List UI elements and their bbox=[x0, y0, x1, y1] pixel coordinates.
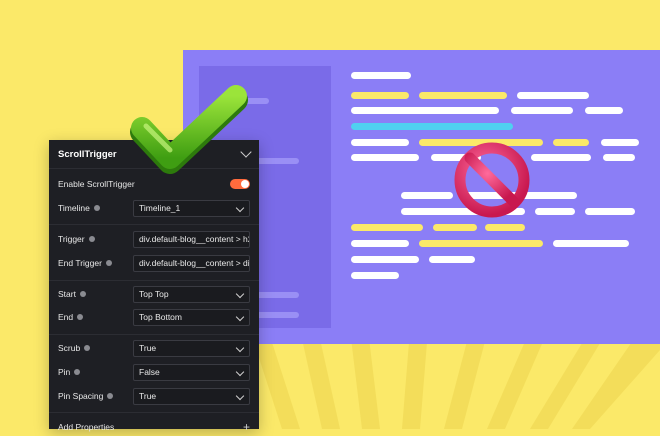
pin-spacing-select[interactable]: True bbox=[133, 387, 250, 405]
pin-spacing-label: Pin Spacing bbox=[58, 391, 104, 401]
end-trigger-input[interactable]: div.default-blog__content > div.cf. bbox=[133, 254, 250, 272]
info-icon bbox=[93, 205, 100, 211]
pin-spacing-row: Pin Spacing True bbox=[58, 387, 250, 405]
info-icon bbox=[74, 369, 81, 375]
pin-select[interactable]: False bbox=[133, 363, 250, 381]
scrub-row: Scrub True bbox=[58, 339, 250, 357]
add-properties-label: Add Properties bbox=[58, 422, 115, 432]
start-label: Start bbox=[58, 289, 76, 299]
timeline-row: Timeline Timeline_1 bbox=[58, 199, 250, 217]
end-label: End bbox=[58, 312, 74, 322]
chevron-down-icon bbox=[235, 312, 245, 321]
end-row: End Top Bottom bbox=[58, 308, 250, 326]
enable-scrolltrigger-label: Enable ScrollTrigger bbox=[58, 179, 135, 189]
info-icon bbox=[88, 236, 95, 242]
chevron-down-icon bbox=[235, 289, 245, 298]
scrub-select[interactable]: True bbox=[133, 339, 250, 357]
start-row: Start Top Top bbox=[58, 285, 250, 303]
info-icon bbox=[77, 314, 84, 320]
check-mark-icon bbox=[130, 85, 248, 174]
timeline-select[interactable]: Timeline_1 bbox=[133, 199, 250, 217]
chevron-down-icon bbox=[235, 391, 245, 400]
info-icon bbox=[79, 291, 86, 297]
no-sign-icon bbox=[454, 142, 530, 218]
end-trigger-label: End Trigger bbox=[58, 258, 102, 268]
panel-title: ScrollTrigger bbox=[58, 148, 117, 160]
end-select[interactable]: Top Bottom bbox=[133, 308, 250, 326]
scrub-label: Scrub bbox=[58, 343, 81, 353]
chevron-down-icon bbox=[235, 203, 245, 212]
start-select[interactable]: Top Top bbox=[133, 285, 250, 303]
info-icon bbox=[107, 393, 114, 399]
end-trigger-row: End Trigger div.default-blog__content > … bbox=[58, 254, 250, 272]
info-icon bbox=[105, 260, 112, 266]
plus-icon[interactable]: + bbox=[243, 421, 250, 433]
chevron-down-icon bbox=[235, 367, 245, 376]
info-icon bbox=[84, 345, 91, 351]
add-properties-row[interactable]: Add Properties + bbox=[58, 418, 250, 436]
trigger-input[interactable]: div.default-blog__content > h2.de bbox=[133, 230, 250, 248]
scrolltrigger-panel: ScrollTrigger Enable ScrollTrigger Timel… bbox=[49, 140, 259, 433]
trigger-row: Trigger div.default-blog__content > h2.d… bbox=[58, 230, 250, 248]
trigger-label: Trigger bbox=[58, 234, 85, 244]
enable-scrolltrigger-toggle[interactable] bbox=[230, 179, 250, 189]
chevron-down-icon bbox=[235, 343, 245, 352]
pin-label: Pin bbox=[58, 367, 71, 377]
timeline-label: Timeline bbox=[58, 203, 90, 213]
pin-row: Pin False bbox=[58, 363, 250, 381]
